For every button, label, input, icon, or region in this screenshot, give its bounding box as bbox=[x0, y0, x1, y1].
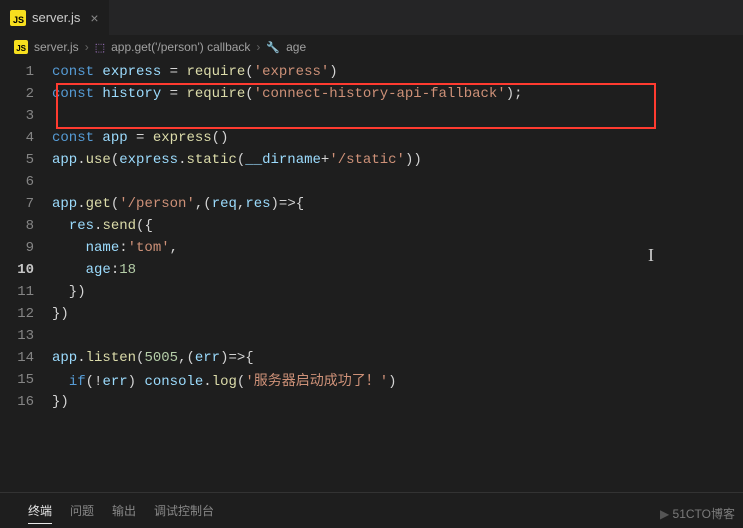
property-icon: 🔧 bbox=[266, 41, 280, 54]
code-line[interactable]: 5app.use(express.static(__dirname+'/stat… bbox=[0, 149, 743, 171]
panel-tab-problems[interactable]: 问题 bbox=[70, 498, 94, 523]
code-content[interactable]: age:18 bbox=[52, 262, 136, 278]
line-number: 4 bbox=[0, 130, 52, 146]
line-number: 13 bbox=[0, 328, 52, 344]
line-number: 14 bbox=[0, 350, 52, 366]
code-content[interactable]: app.get('/person',(req,res)=>{ bbox=[52, 196, 304, 212]
code-editor[interactable]: I 1const express = require('express')2co… bbox=[0, 59, 743, 413]
line-number: 15 bbox=[0, 372, 52, 388]
code-line[interactable]: 6 bbox=[0, 171, 743, 193]
code-content[interactable]: app.use(express.static(__dirname+'/stati… bbox=[52, 152, 422, 168]
code-content[interactable]: res.send({ bbox=[52, 218, 153, 234]
breadcrumb-symbol-age[interactable]: age bbox=[286, 40, 306, 54]
line-number: 8 bbox=[0, 218, 52, 234]
code-line[interactable]: 4const app = express() bbox=[0, 127, 743, 149]
line-number: 11 bbox=[0, 284, 52, 300]
line-number: 1 bbox=[0, 64, 52, 80]
line-number: 7 bbox=[0, 196, 52, 212]
code-content[interactable]: const express = require('express') bbox=[52, 64, 338, 80]
code-content[interactable]: }) bbox=[52, 284, 86, 300]
code-content[interactable]: if(!err) console.log('服务器启动成功了！') bbox=[52, 370, 397, 390]
breadcrumb[interactable]: JS server.js › ⬚ app.get('/person') call… bbox=[0, 35, 743, 59]
code-line[interactable]: 9 name:'tom', bbox=[0, 237, 743, 259]
bottom-panel: 终端 问题 输出 调试控制台 bbox=[0, 492, 743, 528]
code-line[interactable]: 8 res.send({ bbox=[0, 215, 743, 237]
code-content[interactable]: name:'tom', bbox=[52, 240, 178, 256]
tab-bar: JS server.js × bbox=[0, 0, 743, 35]
code-line[interactable]: 2const history = require('connect-histor… bbox=[0, 83, 743, 105]
breadcrumb-file[interactable]: server.js bbox=[34, 40, 79, 54]
code-content[interactable]: }) bbox=[52, 394, 69, 410]
line-number: 9 bbox=[0, 240, 52, 256]
line-number: 16 bbox=[0, 394, 52, 410]
line-number: 2 bbox=[0, 86, 52, 102]
code-line[interactable]: 14app.listen(5005,(err)=>{ bbox=[0, 347, 743, 369]
line-number: 6 bbox=[0, 174, 52, 190]
tab-filename: server.js bbox=[32, 10, 80, 25]
close-icon[interactable]: × bbox=[90, 10, 98, 26]
code-line[interactable]: 12}) bbox=[0, 303, 743, 325]
code-content[interactable]: }) bbox=[52, 306, 69, 322]
line-number: 5 bbox=[0, 152, 52, 168]
js-file-icon: JS bbox=[10, 10, 26, 26]
method-icon: ⬚ bbox=[95, 41, 105, 54]
code-line[interactable]: 7app.get('/person',(req,res)=>{ bbox=[0, 193, 743, 215]
code-content[interactable]: app.listen(5005,(err)=>{ bbox=[52, 350, 254, 366]
js-file-icon: JS bbox=[14, 40, 28, 54]
breadcrumb-symbol-callback[interactable]: app.get('/person') callback bbox=[111, 40, 250, 54]
code-line[interactable]: 15 if(!err) console.log('服务器启动成功了！') bbox=[0, 369, 743, 391]
code-line[interactable]: 13 bbox=[0, 325, 743, 347]
code-content[interactable]: const app = express() bbox=[52, 130, 228, 146]
code-line[interactable]: 1const express = require('express') bbox=[0, 61, 743, 83]
code-line[interactable]: 3 bbox=[0, 105, 743, 127]
line-number: 12 bbox=[0, 306, 52, 322]
chevron-right-icon: › bbox=[256, 40, 260, 54]
line-number: 3 bbox=[0, 108, 52, 124]
code-line[interactable]: 16}) bbox=[0, 391, 743, 413]
code-content[interactable]: const history = require('connect-history… bbox=[52, 86, 523, 102]
editor-tab-server-js[interactable]: JS server.js × bbox=[0, 0, 110, 35]
code-line[interactable]: 10 age:18 bbox=[0, 259, 743, 281]
code-line[interactable]: 11 }) bbox=[0, 281, 743, 303]
panel-tab-terminal[interactable]: 终端 bbox=[28, 498, 52, 524]
panel-tab-debug-console[interactable]: 调试控制台 bbox=[154, 498, 214, 523]
panel-tab-output[interactable]: 输出 bbox=[112, 498, 136, 523]
chevron-right-icon: › bbox=[85, 40, 89, 54]
line-number: 10 bbox=[0, 262, 52, 278]
watermark: ▶ 51CTO博客 bbox=[660, 505, 735, 522]
